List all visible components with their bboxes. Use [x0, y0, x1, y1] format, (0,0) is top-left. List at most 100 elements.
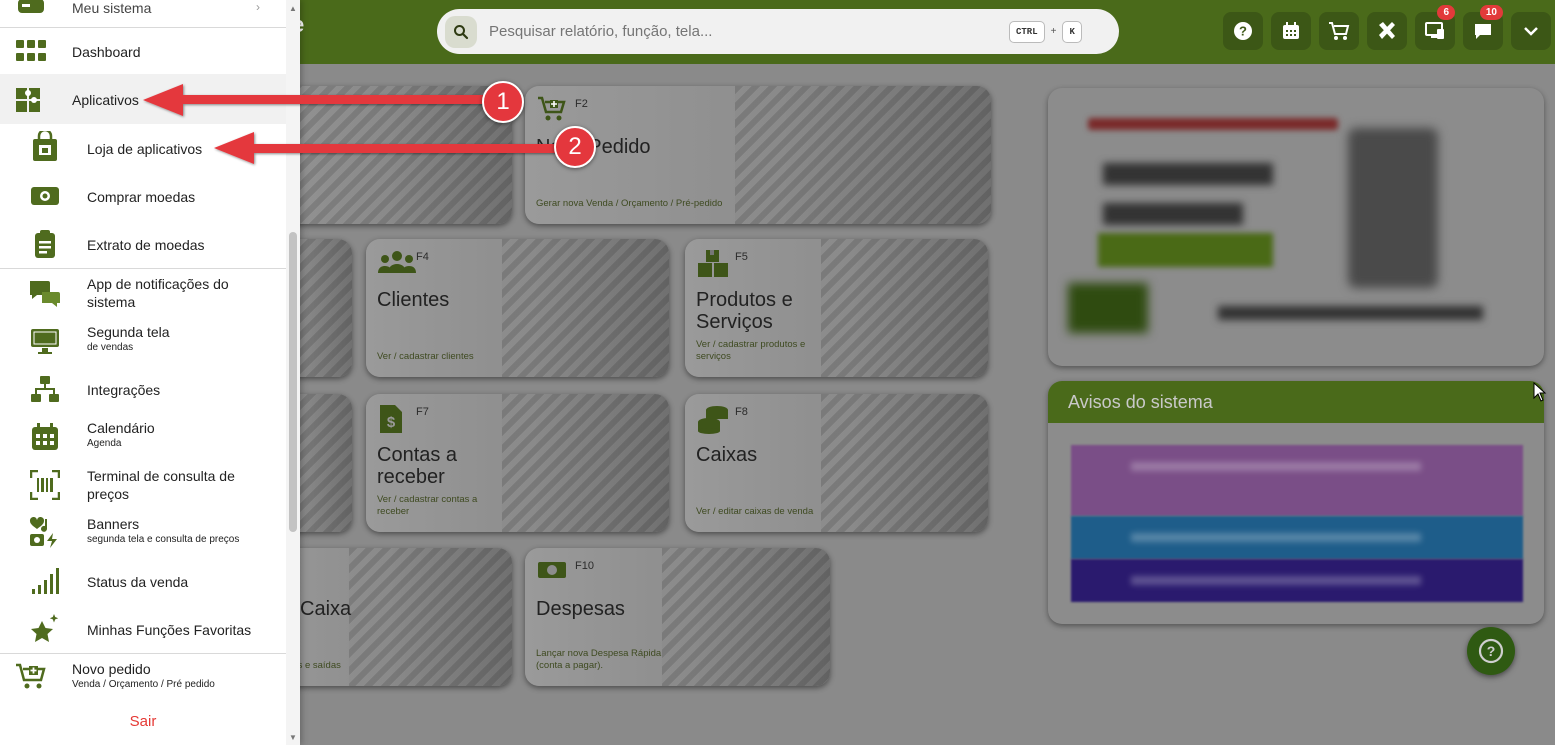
- account-menu-button[interactable]: [1511, 12, 1551, 50]
- sidebar-item-label: Novo pedido Venda / Orçamento / Pré pedid…: [72, 660, 215, 692]
- calendar-icon: [1283, 22, 1299, 39]
- card-title: Caixa: [300, 598, 352, 620]
- card-key: F2: [575, 98, 588, 110]
- monitor-button[interactable]: 6: [1415, 5, 1455, 50]
- card-title: Clientes: [377, 289, 450, 311]
- search-input[interactable]: [489, 23, 1009, 40]
- card-key: F4: [416, 251, 429, 263]
- sidebar-item-label: Terminal de consulta de preços: [87, 468, 235, 502]
- card-key: F5: [735, 251, 748, 263]
- help-icon: ?: [1478, 638, 1504, 664]
- shortcut-k: K: [1062, 20, 1082, 43]
- puzzle-icon: [12, 82, 46, 116]
- step-badge-2: 2: [554, 126, 596, 168]
- sidebar-item-funcoes-favoritas[interactable]: Minhas Funções Favoritas: [0, 605, 286, 653]
- card-subtitle: Ver / editar caixas de venda: [696, 506, 814, 517]
- scroll-down-icon[interactable]: ▼: [289, 733, 297, 742]
- search-bar[interactable]: CTRL + K: [437, 9, 1119, 54]
- sidebar-item-label: Status da venda: [87, 574, 189, 590]
- sidebar-item-comprar-moedas[interactable]: Comprar moedas: [0, 172, 286, 220]
- card-title: Contas a receber: [377, 444, 458, 488]
- card-contas-receber[interactable]: $ F7 Contas a receber Ver / cadastrar co…: [366, 394, 669, 532]
- logout-button[interactable]: Sair: [0, 697, 286, 745]
- tools-button[interactable]: [1367, 12, 1407, 50]
- notice-item[interactable]: [1071, 516, 1523, 559]
- system-notices-panel: Avisos do sistema: [1048, 381, 1544, 624]
- sidebar-item-label: Minhas Funções Favoritas: [87, 622, 252, 638]
- card-clientes[interactable]: F4 Clientes Ver / cadastrar clientes: [366, 239, 669, 377]
- sidebar-item-app-notificacoes[interactable]: App de notificações do sistema: [0, 269, 286, 317]
- cart-icon: [1329, 22, 1350, 40]
- sidebar-item-segunda-tela[interactable]: Segunda tela de vendas: [0, 317, 286, 365]
- sidebar-item-label: Loja de aplicativos: [87, 141, 203, 157]
- step-badge-1: 1: [482, 81, 524, 123]
- sidebar-item-integracoes[interactable]: Integrações: [0, 365, 286, 413]
- mouse-cursor-icon: [1533, 382, 1547, 402]
- chat-icon: [1475, 24, 1491, 39]
- card-subtitle: Ver / cadastrar clientes: [377, 351, 474, 362]
- sidebar-item-terminal-consulta[interactable]: Terminal de consulta de preços: [0, 461, 286, 509]
- sidebar-item-dashboard[interactable]: Dashboard: [0, 28, 286, 74]
- card-title: Caixas: [696, 444, 758, 466]
- sitemap-icon: [28, 372, 62, 406]
- calendar-icon: [28, 420, 62, 454]
- barcode-scan-icon: [28, 468, 62, 502]
- sidebar-item-label: Calendário Agenda: [87, 419, 155, 451]
- sidebar-item-extrato-moedas[interactable]: Extrato de moedas: [0, 220, 286, 268]
- sidebar-item-meu-sistema[interactable]: Meu sistema ›: [0, 0, 286, 28]
- cart-plus-icon: [14, 659, 48, 693]
- sidebar-item-status-venda[interactable]: Status da venda: [0, 557, 286, 605]
- svg-text:?: ?: [1239, 24, 1247, 39]
- clipboard-icon: [28, 227, 62, 261]
- notice-item[interactable]: [1071, 445, 1523, 516]
- scroll-up-icon[interactable]: ▲: [289, 4, 297, 13]
- sidebar-item-label: App de notificações do sistema: [87, 276, 229, 310]
- media-icon: [28, 516, 62, 550]
- chat-badge: 10: [1479, 5, 1503, 20]
- scrollbar-thumb[interactable]: [289, 232, 297, 532]
- shopping-bag-icon: [28, 130, 62, 164]
- help-fab-button[interactable]: ?: [1467, 627, 1515, 675]
- chevron-right-icon: ›: [256, 0, 260, 14]
- sidebar-item-subtitle: Venda / Orçamento / Pré pedido: [72, 679, 215, 690]
- sidebar-item-subtitle: de vendas: [87, 342, 134, 353]
- card-title: Produtos e Serviços: [696, 289, 793, 333]
- svg-text:?: ?: [1487, 643, 1496, 659]
- cart-button[interactable]: [1319, 12, 1359, 50]
- sidebar-item-title: Banners: [87, 516, 140, 532]
- sidebar-item-novo-pedido[interactable]: Novo pedido Venda / Orçamento / Pré pedid…: [0, 654, 286, 696]
- help-icon: ?: [1234, 22, 1252, 40]
- card-produtos[interactable]: F5 Produtos e Serviços Ver / cadastrar p…: [685, 239, 988, 377]
- card-title: Despesas: [536, 598, 625, 620]
- card-caixas[interactable]: F8 Caixas Ver / editar caixas de venda: [685, 394, 988, 532]
- sidebar-item-aplicativos[interactable]: Aplicativos: [0, 74, 286, 124]
- card-key: F10: [575, 560, 594, 572]
- money-bill-icon: [537, 558, 567, 587]
- chat-bubbles-icon: [28, 276, 62, 310]
- card-subtitle: Lançar nova Despesa Rápida (conta a paga…: [536, 648, 662, 671]
- sidebar-item-label: Comprar moedas: [87, 189, 196, 205]
- tools-icon: [1379, 22, 1395, 39]
- sidebar-item-label: Segunda tela de vendas: [87, 323, 170, 355]
- boxes-icon: [697, 249, 729, 284]
- promo-banner[interactable]: [1048, 88, 1544, 366]
- cart-plus-icon: [537, 96, 567, 127]
- card-novo-pedido[interactable]: F2 Novo Pedido Gerar nova Venda / Orçame…: [525, 86, 991, 224]
- sidebar-item-calendario[interactable]: Calendário Agenda: [0, 413, 286, 461]
- help-button[interactable]: ?: [1223, 12, 1263, 50]
- sidebar-item-banners[interactable]: Banners segunda tela e consulta de preços: [0, 509, 286, 557]
- chevron-down-icon: [1524, 27, 1538, 36]
- sidebar-scrollbar[interactable]: ▲ ▼: [286, 0, 300, 745]
- search-icon[interactable]: [445, 15, 477, 48]
- card-subtitle: Gerar nova Venda / Orçamento / Pré-pedid…: [536, 198, 723, 209]
- calendar-button[interactable]: [1271, 12, 1311, 50]
- sidebar-item-loja-aplicativos[interactable]: Loja de aplicativos: [0, 124, 286, 172]
- chat-button[interactable]: 10: [1463, 5, 1503, 50]
- system-notices-title: Avisos do sistema: [1048, 381, 1544, 423]
- card-subtitle: Ver / cadastrar contas a receber: [377, 494, 478, 517]
- card-subtitle: Ver / cadastrar produtos e serviços: [696, 339, 806, 362]
- notice-item[interactable]: [1071, 559, 1523, 602]
- card-despesas[interactable]: F10 Despesas Lançar nova Despesa Rápida …: [525, 548, 830, 686]
- system-icon: [14, 0, 48, 22]
- monitor-badge: 6: [1437, 5, 1455, 20]
